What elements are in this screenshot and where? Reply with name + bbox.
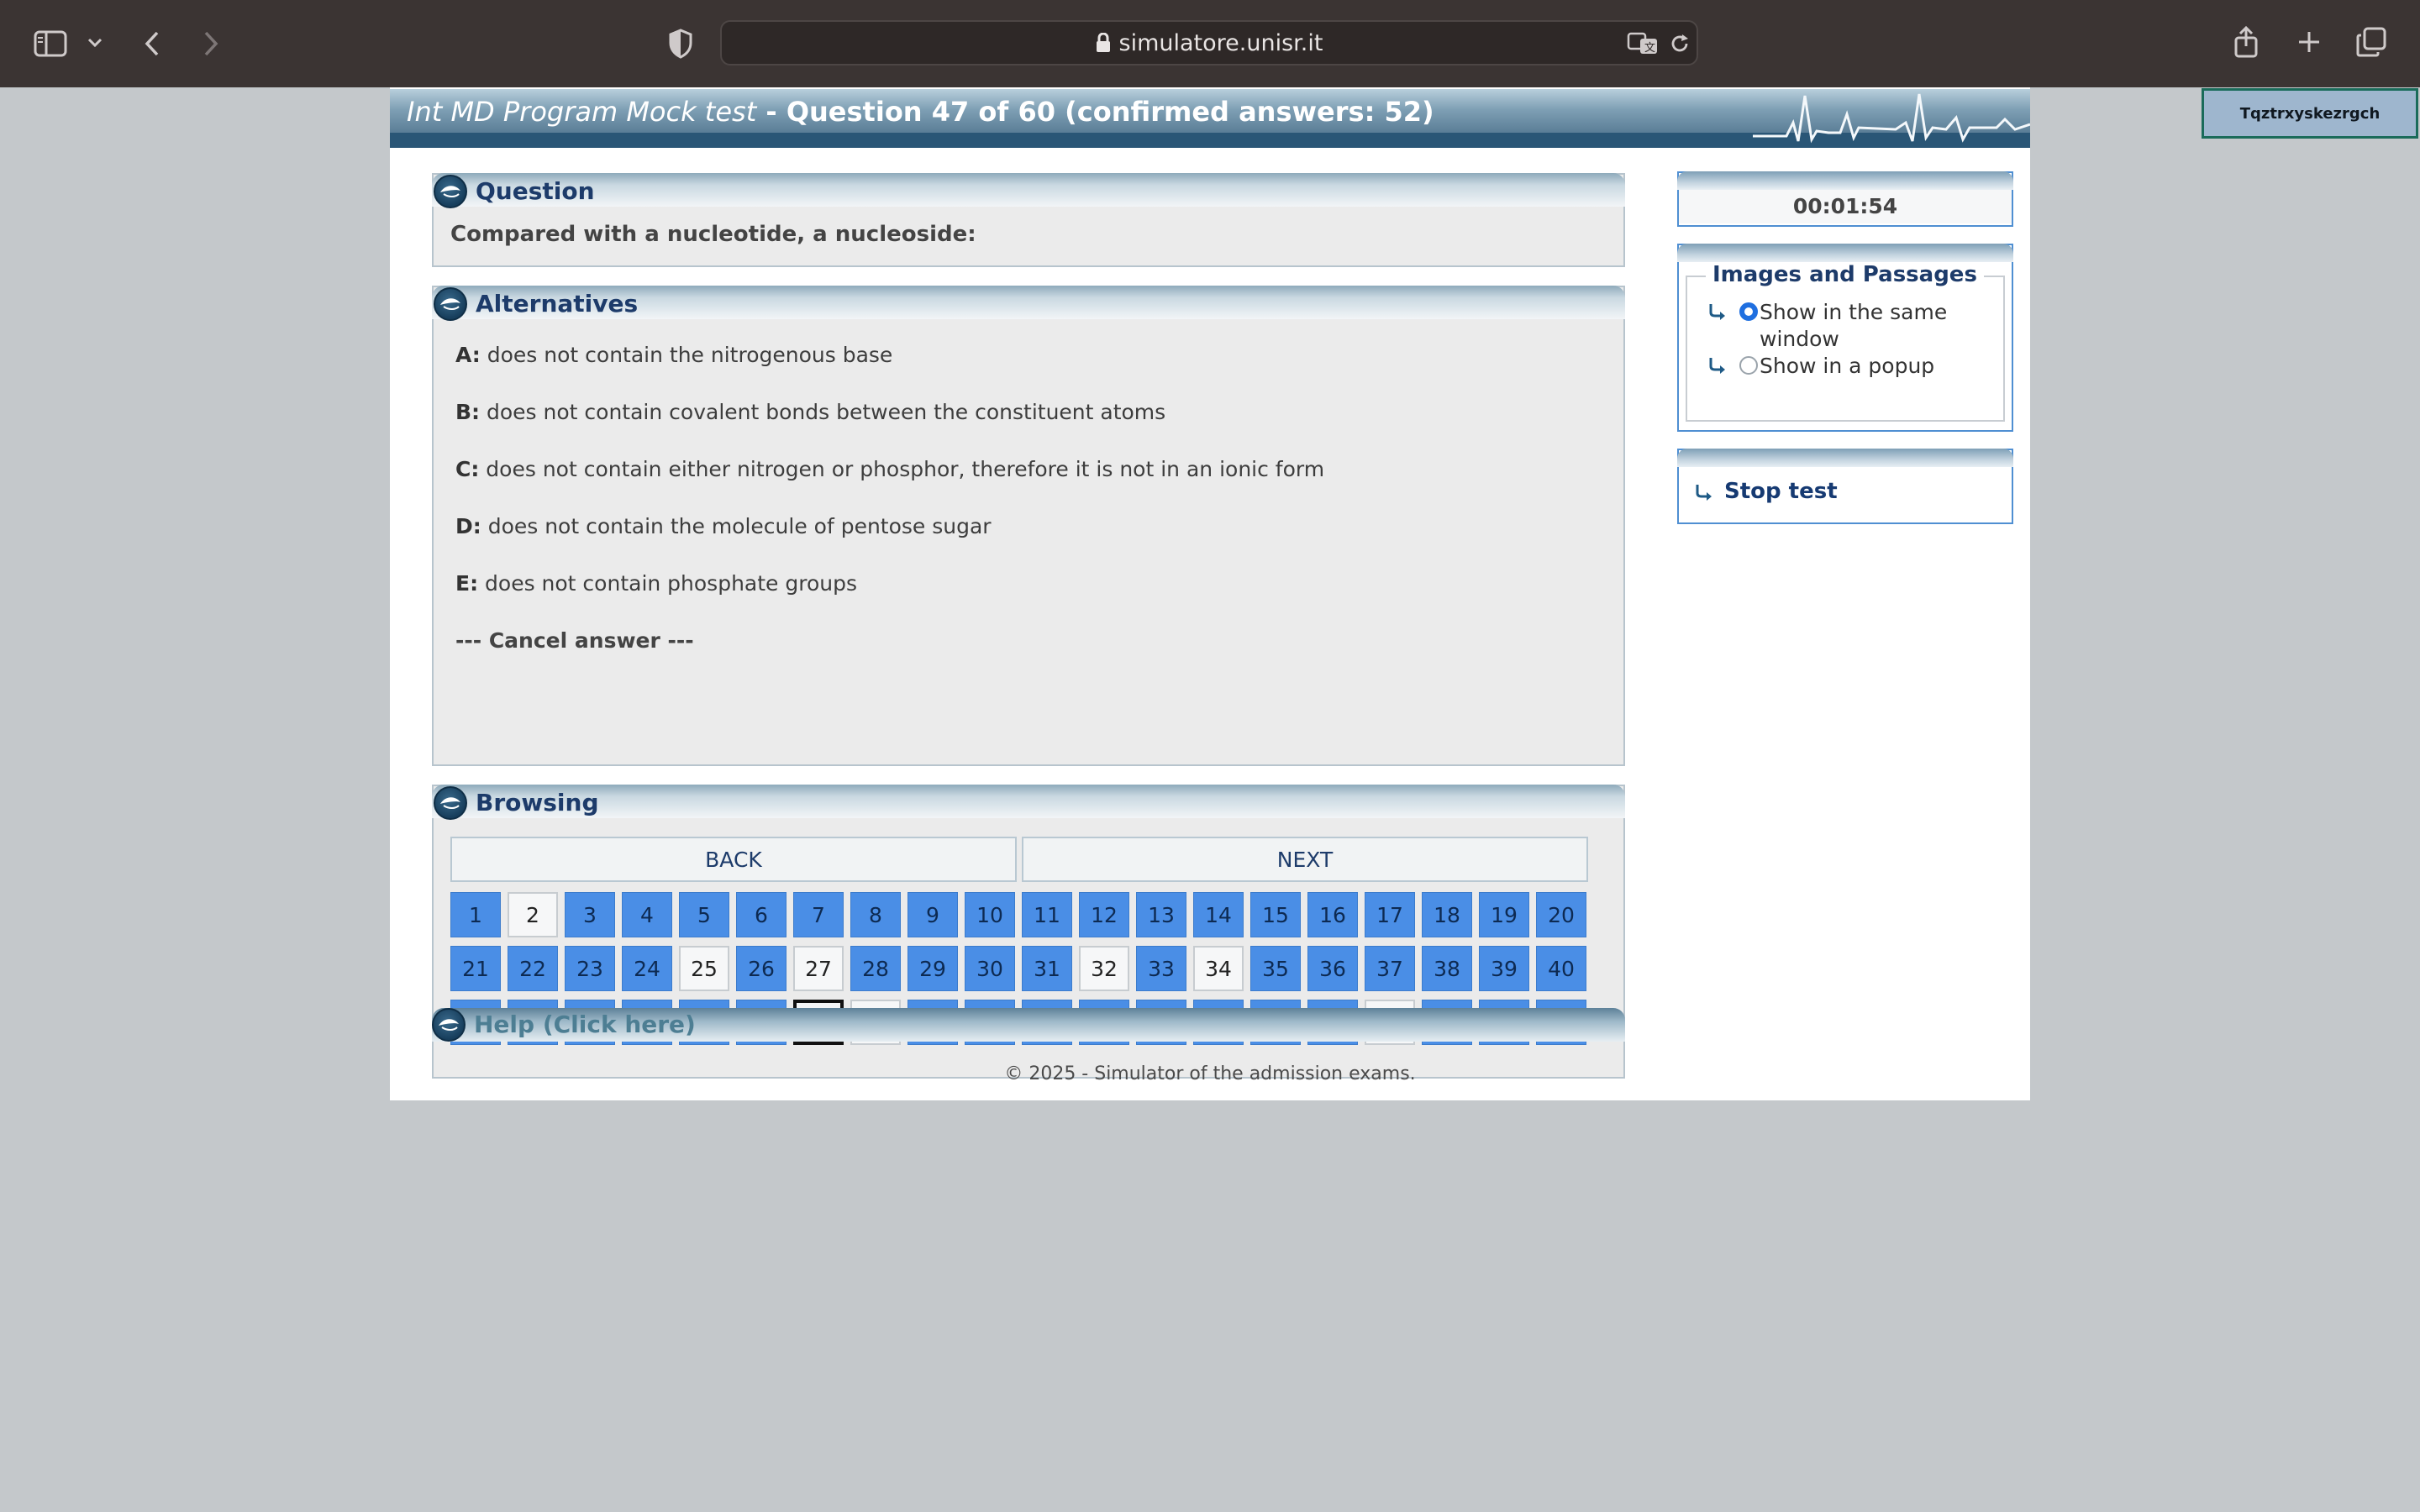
header-banner: Int MD Program Mock test - Question 47 o…	[390, 89, 2030, 148]
panel-bullet-icon	[434, 175, 467, 208]
timer-box: 00:01:54	[1677, 171, 2013, 227]
question-button-6[interactable]: 6	[736, 892, 786, 937]
question-button-9[interactable]: 9	[908, 892, 958, 937]
heartbeat-icon	[1753, 93, 2030, 144]
svg-text:文: 文	[1644, 42, 1655, 55]
address-bar[interactable]: simulatore.unisr.it 文	[720, 20, 1698, 66]
question-button-10[interactable]: 10	[965, 892, 1015, 937]
question-button-31[interactable]: 31	[1022, 946, 1072, 991]
panel-bullet-icon	[434, 287, 467, 321]
arrow-icon	[1696, 484, 1712, 501]
question-button-24[interactable]: 24	[622, 946, 672, 991]
next-button[interactable]: NEXT	[1022, 837, 1588, 882]
question-button-35[interactable]: 35	[1250, 946, 1301, 991]
question-button-37[interactable]: 37	[1365, 946, 1415, 991]
alternative-c[interactable]: C: does not contain either nitrogen or p…	[455, 457, 1324, 481]
question-button-34[interactable]: 34	[1193, 946, 1244, 991]
radio-popup[interactable]	[1739, 356, 1758, 375]
lock-icon	[1096, 33, 1110, 52]
question-button-16[interactable]: 16	[1307, 892, 1358, 937]
help-panel[interactable]: Help (Click here)	[432, 1008, 1625, 1042]
stop-test-link[interactable]: Stop test	[1694, 479, 1838, 504]
url-text: simulatore.unisr.it	[1118, 29, 1323, 56]
browser-toolbar: simulatore.unisr.it 文	[0, 0, 2420, 87]
question-button-15[interactable]: 15	[1250, 892, 1301, 937]
question-button-7[interactable]: 7	[793, 892, 844, 937]
question-button-38[interactable]: 38	[1422, 946, 1472, 991]
question-button-17[interactable]: 17	[1365, 892, 1415, 937]
question-button-28[interactable]: 28	[850, 946, 901, 991]
question-button-32[interactable]: 32	[1079, 946, 1129, 991]
question-button-29[interactable]: 29	[908, 946, 958, 991]
question-button-19[interactable]: 19	[1479, 892, 1529, 937]
question-button-21[interactable]: 21	[450, 946, 501, 991]
alternative-b[interactable]: B: does not contain covalent bonds betwe…	[455, 400, 1165, 424]
question-button-26[interactable]: 26	[736, 946, 786, 991]
question-button-2[interactable]: 2	[508, 892, 558, 937]
question-button-40[interactable]: 40	[1536, 946, 1586, 991]
alternative-d[interactable]: D: does not contain the molecule of pent…	[455, 514, 992, 538]
arrow-icon	[1709, 358, 1725, 374]
option-same-window[interactable]: Show in the same window	[1707, 299, 1985, 353]
question-button-23[interactable]: 23	[565, 946, 615, 991]
panel-bullet-icon	[432, 1008, 466, 1042]
question-button-25[interactable]: 25	[679, 946, 729, 991]
question-text: Compared with a nucleotide, a nucleoside…	[450, 222, 976, 247]
question-button-3[interactable]: 3	[565, 892, 615, 937]
user-badge[interactable]: Tqztrxyskezrgch	[2202, 88, 2418, 139]
question-button-1[interactable]: 1	[450, 892, 501, 937]
sidebar-toggle-icon[interactable]	[32, 27, 69, 60]
forward-arrow-icon	[198, 27, 224, 60]
alternative-e[interactable]: E: does not contain phosphate groups	[455, 571, 857, 596]
question-button-22[interactable]: 22	[508, 946, 558, 991]
page-title: Int MD Program Mock test - Question 47 o…	[407, 96, 1434, 128]
question-button-33[interactable]: 33	[1136, 946, 1186, 991]
chevron-down-icon[interactable]	[84, 32, 106, 54]
timer: 00:01:54	[1679, 190, 2012, 223]
question-button-27[interactable]: 27	[793, 946, 844, 991]
help-link[interactable]: Help (Click here)	[474, 1008, 696, 1042]
radio-same-window[interactable]	[1739, 302, 1758, 321]
question-button-4[interactable]: 4	[622, 892, 672, 937]
new-tab-icon[interactable]	[2294, 27, 2324, 57]
question-button-18[interactable]: 18	[1422, 892, 1472, 937]
question-button-13[interactable]: 13	[1136, 892, 1186, 937]
tab-overview-icon[interactable]	[2354, 25, 2388, 59]
back-arrow-icon[interactable]	[139, 27, 165, 60]
question-button-12[interactable]: 12	[1079, 892, 1129, 937]
option-popup[interactable]: Show in a popup	[1707, 353, 1985, 380]
question-button-5[interactable]: 5	[679, 892, 729, 937]
exam-page: Int MD Program Mock test - Question 47 o…	[390, 87, 2030, 1100]
question-button-14[interactable]: 14	[1193, 892, 1244, 937]
images-passages-box: Images and Passages Show in the same win…	[1677, 244, 2013, 432]
arrow-icon	[1709, 304, 1725, 320]
panel-bullet-icon	[434, 786, 467, 820]
alternative-a[interactable]: A: does not contain the nitrogenous base	[455, 343, 892, 367]
alternatives-heading: Alternatives	[476, 290, 639, 318]
images-passages-legend: Images and Passages	[1706, 262, 1984, 287]
question-button-39[interactable]: 39	[1479, 946, 1529, 991]
question-button-36[interactable]: 36	[1307, 946, 1358, 991]
question-button-8[interactable]: 8	[850, 892, 901, 937]
reload-icon[interactable]	[1666, 30, 1693, 57]
question-panel: Question Compared with a nucleotide, a n…	[432, 173, 1625, 267]
question-button-20[interactable]: 20	[1536, 892, 1586, 937]
footer-copyright: © 2025 - Simulator of the admission exam…	[1004, 1063, 1416, 1084]
back-button[interactable]: BACK	[450, 837, 1017, 882]
stop-test-box: Stop test	[1677, 449, 2013, 524]
share-icon[interactable]	[2231, 24, 2261, 60]
question-heading: Question	[476, 177, 595, 205]
alternatives-panel: Alternatives A: does not contain the nit…	[432, 286, 1625, 766]
privacy-shield-icon[interactable]	[664, 27, 697, 60]
question-button-30[interactable]: 30	[965, 946, 1015, 991]
cancel-answer-link[interactable]: --- Cancel answer ---	[455, 628, 694, 653]
images-passages-fieldset: Images and Passages Show in the same win…	[1686, 262, 2005, 422]
translate-icon[interactable]: 文	[1626, 30, 1660, 57]
browsing-heading: Browsing	[476, 789, 599, 816]
question-button-11[interactable]: 11	[1022, 892, 1072, 937]
